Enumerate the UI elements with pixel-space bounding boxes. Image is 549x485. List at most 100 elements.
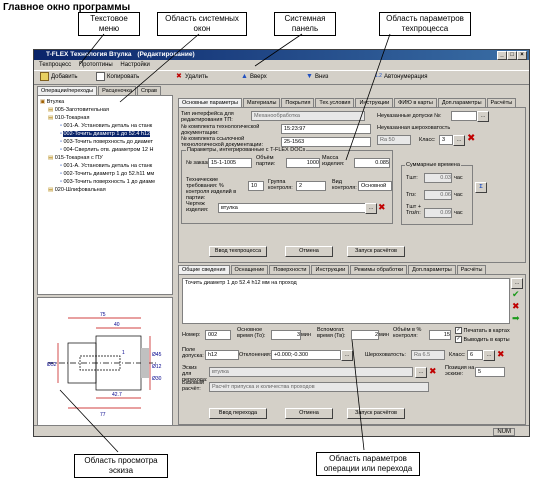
operation-icon: ▤ [48, 107, 55, 113]
process-tab-5[interactable]: ФИЮ в карты [394, 98, 437, 107]
tree-item[interactable]: ▫ 001-А. Установить деталь на станк [60, 163, 152, 170]
num-field[interactable]: 002 [205, 330, 231, 340]
maximize-button[interactable]: □ [507, 51, 517, 60]
minimize-button[interactable]: _ [497, 51, 507, 60]
num-label: Номер: [182, 332, 201, 338]
roughness-clear-icon[interactable]: ✖ [467, 134, 475, 144]
process-calc-button[interactable]: Запуск расчётов [347, 246, 405, 257]
callout-sketch-view: Область просмотра эскиза [74, 454, 168, 478]
class-field[interactable]: 3 [439, 135, 453, 145]
tolerance-label: Неуказанные допуски №: [377, 113, 442, 119]
cancel-icon[interactable]: ✖ [512, 302, 520, 311]
drawing-browse-button[interactable]: ... [365, 203, 377, 214]
callout-system-windows: Область системных окон [157, 12, 247, 36]
roughness-field[interactable]: Ra 50 [377, 135, 411, 145]
operation-tab-4[interactable]: Режимы обработки [350, 265, 408, 274]
process-tab-6[interactable]: Доп.параметры [437, 98, 486, 107]
tolerance-browse-button[interactable]: ... [477, 111, 489, 122]
aux-time-field[interactable]: 2 [351, 330, 379, 340]
add-button[interactable]: Добавить [40, 71, 78, 84]
menu-item-settings[interactable]: Настройки [120, 62, 149, 68]
sketch-field[interactable]: втулка [209, 367, 413, 377]
next-arrow-icon[interactable]: ➡ [512, 314, 520, 323]
tree-item[interactable]: ▫ 003-Точить поверхность до диамет [60, 139, 153, 146]
tree-item[interactable]: ▤ 020-Шлифовальная [48, 187, 106, 194]
volume-field[interactable]: 15 [429, 330, 451, 340]
rough-field[interactable]: Ra 6.5 [411, 350, 445, 360]
operation-tab-3[interactable]: Инструкции [311, 265, 350, 274]
process-input-button[interactable]: Ввод техпроцесса [209, 246, 267, 257]
output-checkbox[interactable]: ✓ Выводить в карты [455, 336, 510, 343]
group-field[interactable]: 2 [296, 181, 326, 191]
process-tab-2[interactable]: Покрытия [281, 98, 315, 107]
auto-number-button[interactable]: 1.2 Автонумерация [375, 71, 428, 84]
process-tab-3[interactable]: Тех.условия [315, 98, 355, 107]
operation-input-button[interactable]: Ввод перехода [209, 408, 267, 419]
tree-item[interactable]: ▫ 003-Точить поверхность 1 до диаме [60, 179, 155, 186]
drawing-field[interactable]: втулка [218, 203, 366, 213]
operation-tab-0[interactable]: Общие сведения [178, 265, 230, 274]
dev-browse-button[interactable]: ... [341, 350, 353, 361]
roughness-browse-button[interactable]: ... [453, 135, 465, 146]
op-class-clear-icon[interactable]: ✖ [497, 349, 505, 359]
operation-tab-1[interactable]: Оснащение [230, 265, 269, 274]
doc-number-field[interactable]: 15:23:97 [281, 124, 371, 134]
tolerance-field[interactable] [451, 111, 477, 121]
operation-tab-6[interactable]: Расчёты [456, 265, 487, 274]
sketch-browse-button[interactable]: ... [415, 367, 427, 378]
order-field[interactable]: 15-1-1005 [208, 158, 252, 168]
operation-cancel-button[interactable]: Отмена [285, 408, 333, 419]
base-field[interactable]: Расчёт припуска и количества проходов [209, 382, 429, 392]
dev-field[interactable]: +0.000;-0.300 [271, 350, 341, 360]
menu-item-process[interactable]: Техпроцесс [39, 62, 71, 68]
tree-item[interactable]: ▫ 002-Точить диаметр 1 до 52.4 h12 [60, 131, 151, 138]
process-tab-0[interactable]: Основные параметры [178, 98, 242, 107]
tree-item[interactable]: ▤ 005-Заготовительная [48, 107, 109, 114]
tree-item[interactable]: ▫ 001-А. Установить деталь на станк [60, 123, 152, 130]
template-select[interactable]: Механообработка [251, 111, 365, 121]
process-cancel-button[interactable]: Отмена [285, 246, 333, 257]
main-time-field[interactable]: 3 [271, 330, 301, 340]
control-field[interactable]: Основной [358, 181, 392, 191]
arrow-down-icon: ▼ [306, 72, 313, 80]
operation-text-browse-button[interactable]: ... [511, 278, 523, 289]
operation-calc-button[interactable]: Запуск расчётов [347, 408, 405, 419]
sketch-clear-icon[interactable]: ✖ [429, 366, 437, 376]
tech-req-field[interactable]: 10 [248, 181, 264, 191]
tree-item[interactable]: ▤ 010-Токарная [48, 115, 89, 122]
close-button[interactable]: × [517, 51, 527, 60]
mass-field[interactable]: 0.085 [354, 158, 390, 168]
sum-times-button[interactable]: Σ [475, 182, 487, 193]
copy-button[interactable]: Копировать [96, 71, 139, 84]
tab-reference[interactable]: Справ [136, 86, 161, 95]
up-button[interactable]: ▲ Вверх [241, 71, 267, 84]
down-button[interactable]: ▼ Вниз [306, 71, 328, 84]
operation-text-field[interactable]: Точить диаметр 1 до 52.4 h12 мм на прохо… [182, 278, 510, 324]
op-class-field[interactable]: 6 [467, 350, 483, 360]
tree-root[interactable]: ▣ Втулка [40, 99, 64, 106]
pos-field[interactable]: 5 [475, 367, 505, 377]
operation-tab-5[interactable]: Доп.параметры [408, 265, 456, 274]
drawing-clear-icon[interactable]: ✖ [378, 202, 386, 212]
doc-number-label: № комплекта технологической документации… [181, 124, 260, 136]
batch-field[interactable]: 1000 [286, 158, 320, 168]
tab-operations[interactable]: Операции/переходы [37, 86, 98, 95]
tree-item[interactable]: ▫ 004-Сверлить отв. диаметром 12 Н [60, 147, 153, 154]
menu-item-prototypes[interactable]: Протоптины [79, 62, 113, 68]
process-tab-7[interactable]: Расчёты [486, 98, 517, 107]
confirm-icon[interactable]: ✔ [512, 290, 520, 299]
print-checkbox[interactable]: ✓ Печатать в картах [455, 327, 510, 334]
op-class-browse-button[interactable]: ... [483, 350, 495, 361]
output-check-icon: ✓ [455, 336, 462, 343]
process-tab-1[interactable]: Материалы [242, 98, 281, 107]
ref-doc-field[interactable]: 25-1563 [281, 137, 371, 147]
tab-pricing[interactable]: Расценочка [98, 86, 136, 95]
delete-button[interactable]: ✖ Удалить [176, 71, 208, 84]
tree-item-label: 001-А. Установить деталь на станк [63, 163, 153, 169]
operation-tab-2[interactable]: Поверхности [269, 265, 311, 274]
tree-item[interactable]: ▫ 002-Точить диаметр 1 до 52.h11 мм [60, 171, 154, 178]
class-label: Класс: [419, 137, 436, 143]
field-field[interactable]: h12 [205, 350, 239, 360]
process-tab-4[interactable]: Инструкции [355, 98, 394, 107]
tree-item[interactable]: ▤ 015-Токарная с ПУ [48, 155, 103, 162]
